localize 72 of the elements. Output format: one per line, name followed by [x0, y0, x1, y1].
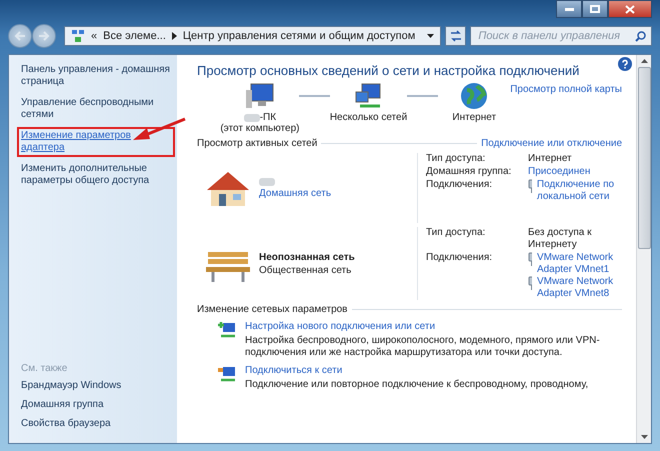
network-computers-icon	[354, 82, 384, 110]
property-value: Без доступа к Интернету	[528, 227, 592, 251]
plug-icon	[528, 276, 532, 290]
task-link[interactable]: Подключиться к сети	[245, 365, 588, 376]
dropdown-caret-icon[interactable]	[427, 34, 434, 38]
section-heading: Изменение сетевых параметров	[197, 304, 348, 315]
node-sublabel: (этот компьютер)	[220, 123, 300, 134]
property-label: Тип доступа:	[426, 153, 486, 165]
minimize-icon	[564, 8, 574, 10]
sidebar-link[interactable]: Изменение параметров адаптера	[19, 129, 173, 155]
globe-icon	[459, 82, 490, 110]
connection-link[interactable]: Подключение по локальной сети	[536, 179, 622, 203]
breadcrumb-overflow[interactable]: «	[91, 30, 98, 42]
search-icon	[635, 30, 646, 42]
back-arrow-icon	[14, 31, 26, 41]
new-connection-icon	[217, 321, 237, 339]
pointer-arrow-icon	[131, 117, 187, 143]
refresh-button[interactable]	[445, 26, 466, 46]
scroll-up-icon[interactable]	[640, 59, 648, 63]
property-value: Интернет	[528, 153, 573, 165]
computer-icon	[244, 82, 275, 110]
section-heading: Просмотр активных сетей	[197, 138, 318, 149]
plug-icon	[528, 179, 532, 193]
blurred-name	[259, 178, 275, 186]
task-description: Настройка беспроводного, широкополосного, модемного, прямого или VPN-подключения или же настройка маршрутизатора или точки доступа.	[245, 335, 601, 359]
network-type: Общественная сеть	[259, 264, 352, 276]
network-icon	[71, 29, 85, 43]
chevron-icon	[172, 32, 177, 40]
refresh-arrows-icon	[448, 30, 463, 42]
sidebar-link[interactable]: Управление беспроводными сетями	[19, 96, 173, 122]
property-label: Подключения:	[426, 179, 494, 192]
blurred-name	[244, 114, 260, 122]
connection-link[interactable]: VMware Network Adapter VMnet1	[536, 252, 622, 276]
sidebar-link[interactable]: Панель управления - домашняя страница	[19, 63, 173, 89]
maximize-button[interactable]	[582, 0, 608, 18]
page-heading: Просмотр основных сведений о сети и настройка подключений	[197, 63, 580, 78]
minimize-button[interactable]	[556, 0, 582, 18]
forward-arrow-icon	[38, 31, 50, 41]
property-label: Подключения:	[426, 252, 494, 265]
close-button[interactable]	[608, 0, 652, 18]
property-label: Тип доступа:	[426, 227, 486, 240]
see-also-heading: См. также	[20, 363, 68, 374]
maximize-icon	[590, 5, 600, 13]
network-type-link[interactable]: Домашняя сеть	[259, 188, 332, 198]
node-label: -ПК	[260, 112, 276, 123]
property-label: Домашняя группа:	[426, 166, 512, 178]
network-name: Неопознанная сеть	[259, 252, 355, 262]
connect-disconnect-link[interactable]: Подключение или отключение	[481, 138, 622, 149]
scrollbar-thumb[interactable]	[638, 67, 650, 249]
forward-button[interactable]	[32, 24, 56, 48]
close-icon	[625, 4, 635, 14]
sidebar-link[interactable]: Изменить дополнительные параметры общего доступа	[19, 162, 173, 188]
node-label: Интернет	[452, 112, 496, 123]
node-label: Несколько сетей	[330, 112, 408, 123]
see-also-link[interactable]: Свойства браузера	[19, 417, 173, 431]
breadcrumb[interactable]: Центр управления сетями и общим доступом	[182, 30, 416, 42]
scroll-down-icon[interactable]	[640, 435, 648, 439]
connect-network-icon	[217, 365, 237, 383]
see-also-link[interactable]: Домашняя группа	[19, 398, 173, 412]
plug-icon	[528, 252, 532, 266]
search-field[interactable]: Поиск в панели управления	[470, 26, 652, 46]
back-button[interactable]	[8, 24, 32, 48]
task-description: Подключение или повторное подключение к беспроводному, проводному,	[245, 379, 588, 391]
see-also-link[interactable]: Брандмауэр Windows	[19, 379, 173, 393]
address-bar[interactable]: « Все элеме... Центр управления сетями и общим доступом	[64, 26, 442, 46]
property-link[interactable]: Присоединен	[528, 166, 622, 178]
connection-link[interactable]: VMware Network Adapter VMnet8	[536, 276, 622, 300]
scrollbar[interactable]	[636, 55, 651, 443]
full-map-link[interactable]: Просмотр полной карты	[510, 84, 622, 95]
help-icon[interactable]	[618, 57, 632, 71]
breadcrumb[interactable]: Все элеме...	[103, 30, 166, 42]
task-link[interactable]: Настройка нового подключения или сети	[245, 321, 605, 332]
